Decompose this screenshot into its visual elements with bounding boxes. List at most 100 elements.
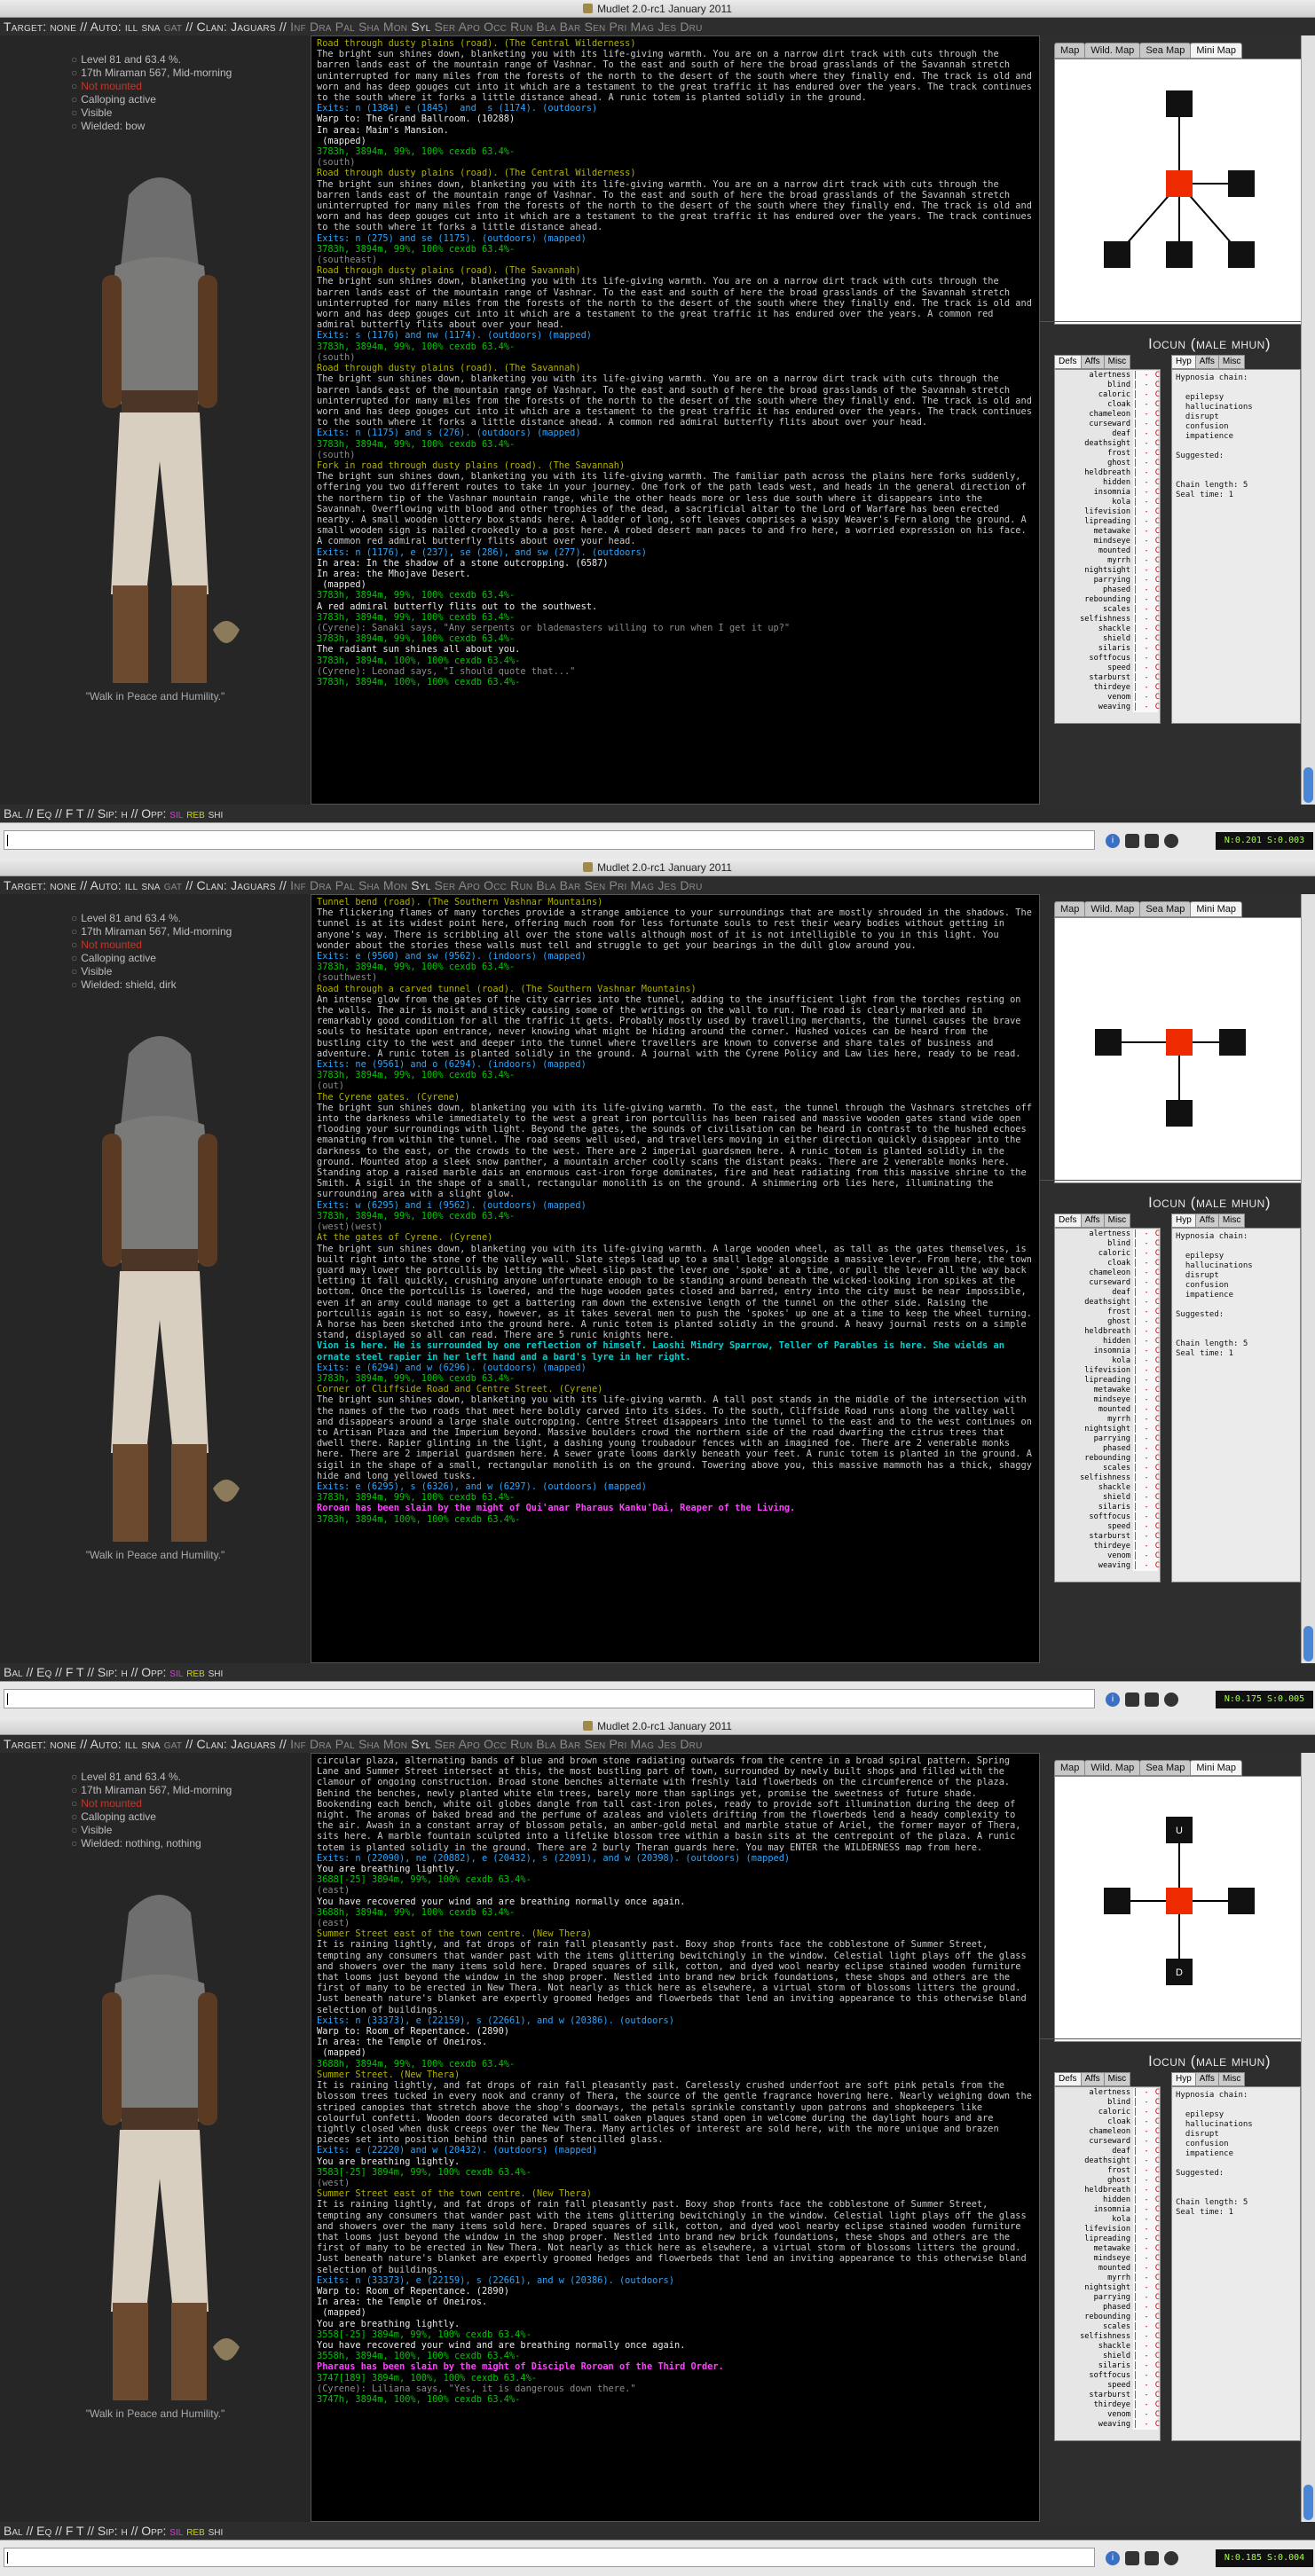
console-line: 3558h, 3894m, 100%, 100% cexdb 63.4%-: [317, 2351, 521, 2362]
defence-flags: | - C: [1133, 1532, 1161, 1542]
scrollbar-thumb[interactable]: [1303, 2485, 1313, 2520]
hypnosis-tab[interactable]: Affs: [1194, 355, 1219, 369]
defences-tab[interactable]: Defs: [1054, 1213, 1082, 1228]
map-tab[interactable]: Map: [1054, 1760, 1086, 1776]
keyboard-icon[interactable]: [1125, 834, 1139, 848]
defence-name: frost: [1107, 2166, 1130, 2175]
mini-map[interactable]: [1054, 917, 1303, 1183]
alien-icon[interactable]: [1164, 1692, 1178, 1707]
clan-label: Clan: Jaguars: [196, 1737, 276, 1751]
map-current-room[interactable]: [1166, 170, 1193, 197]
defence-name: silaris: [1098, 644, 1130, 653]
map-room[interactable]: [1104, 241, 1130, 268]
map-tab[interactable]: Mini Map: [1190, 43, 1242, 59]
record-icon[interactable]: [1145, 2551, 1159, 2565]
record-icon[interactable]: [1145, 834, 1159, 848]
defence-flags: | - C: [1133, 2283, 1161, 2293]
command-input[interactable]: [4, 2548, 1095, 2567]
defences-tab[interactable]: Affs: [1080, 355, 1105, 369]
map-tab[interactable]: Sea Map: [1139, 901, 1192, 917]
alien-icon[interactable]: [1164, 834, 1178, 848]
record-icon[interactable]: [1145, 1692, 1159, 1707]
defence-flags: | - C: [1133, 2400, 1161, 2410]
status-text: Visible: [81, 106, 113, 119]
map-room[interactable]: [1228, 241, 1255, 268]
defence-flags: | - C: [1133, 390, 1161, 400]
scrollbar-thumb[interactable]: [1303, 1626, 1313, 1661]
keyboard-icon[interactable]: [1125, 2551, 1139, 2565]
map-room[interactable]: [1228, 170, 1255, 197]
hypnosis-tab[interactable]: Misc: [1217, 1213, 1246, 1228]
map-current-room[interactable]: [1166, 1029, 1193, 1056]
status-line: ○ 17th Miraman 567, Mid-morning: [71, 67, 232, 80]
defence-name: myrrh: [1107, 1415, 1130, 1424]
scrollbar-thumb[interactable]: [1303, 767, 1313, 803]
map-tab[interactable]: Map: [1054, 901, 1086, 917]
main-console-output[interactable]: circular plaza, alternating bands of blu…: [311, 1753, 1040, 2522]
console-scrollbar[interactable]: [1301, 1753, 1315, 2522]
defences-tab[interactable]: Defs: [1054, 2072, 1082, 2086]
map-tab[interactable]: Mini Map: [1190, 901, 1242, 917]
info-icon[interactable]: i: [1106, 2551, 1120, 2565]
map-room[interactable]: [1095, 1029, 1122, 1056]
map-tab[interactable]: Sea Map: [1139, 1760, 1192, 1776]
map-room[interactable]: [1228, 1888, 1255, 1914]
main-console-output[interactable]: Tunnel bend (road). (The Southern Vashna…: [311, 894, 1040, 1663]
defences-tab[interactable]: Defs: [1054, 355, 1082, 369]
console-line: Exits: n (33373), e (22159), s (22661), …: [317, 2274, 674, 2286]
info-icon[interactable]: i: [1106, 1692, 1120, 1707]
defence-flags: | - C: [1133, 546, 1161, 556]
main-console-output[interactable]: Road through dusty plains (road). (The C…: [311, 35, 1040, 805]
map-room[interactable]: [1219, 1029, 1246, 1056]
map-tab[interactable]: Wild. Map: [1084, 1760, 1141, 1776]
defences-tab[interactable]: Misc: [1103, 355, 1131, 369]
hypnosis-tab[interactable]: Affs: [1194, 2072, 1219, 2086]
map-tab[interactable]: Mini Map: [1190, 1760, 1242, 1776]
hypnosis-tab[interactable]: Hyp: [1171, 2072, 1196, 2086]
defence-row: hidden | - C: [1055, 2195, 1160, 2205]
keyboard-icon[interactable]: [1125, 1692, 1139, 1707]
command-input[interactable]: [4, 1689, 1095, 1708]
defence-flags: | - C: [1133, 488, 1161, 498]
info-icon[interactable]: i: [1106, 834, 1120, 848]
map-tab[interactable]: Wild. Map: [1084, 901, 1141, 917]
map-room[interactable]: [1166, 1100, 1193, 1127]
defences-tab[interactable]: Affs: [1080, 2072, 1105, 2086]
alien-icon[interactable]: [1164, 2551, 1178, 2565]
defence-flags: | - C: [1133, 1239, 1161, 1249]
console-scrollbar[interactable]: [1301, 35, 1315, 805]
map-tab[interactable]: Sea Map: [1139, 43, 1192, 59]
defence-row: chameleon | - C: [1055, 410, 1160, 420]
window-titlebar[interactable]: Mudlet 2.0-rc1 January 2011: [0, 859, 1315, 876]
defence-row: mindseye | - C: [1055, 1395, 1160, 1405]
hypnosis-tab[interactable]: Misc: [1217, 355, 1246, 369]
window-titlebar[interactable]: Mudlet 2.0-rc1 January 2011: [0, 0, 1315, 18]
defences-tab[interactable]: Misc: [1103, 1213, 1131, 1228]
window-titlebar[interactable]: Mudlet 2.0-rc1 January 2011: [0, 1717, 1315, 1735]
console-scrollbar[interactable]: [1301, 894, 1315, 1663]
defence-flags: | - C: [1133, 2234, 1161, 2244]
status-bullet-icon: ○: [71, 106, 78, 119]
defence-row: metawake | - C: [1055, 2244, 1160, 2254]
hypnosis-tab[interactable]: Misc: [1217, 2072, 1246, 2086]
character-status-list: ○ Level 81 and 63.4 %. ○ 17th Miraman 567, …: [71, 912, 232, 992]
mini-map[interactable]: [1054, 59, 1303, 325]
defence-name: rebounding: [1084, 1454, 1130, 1463]
map-room[interactable]: [1104, 1888, 1130, 1914]
mini-map[interactable]: UD: [1054, 1776, 1303, 2042]
map-tab[interactable]: Map: [1054, 43, 1086, 59]
defence-flags: | - C: [1133, 498, 1161, 507]
defences-tab[interactable]: Misc: [1103, 2072, 1131, 2086]
defences-tab[interactable]: Affs: [1080, 1213, 1105, 1228]
status-text: Level 81 and 63.4 %.: [81, 1771, 182, 1783]
map-tab[interactable]: Wild. Map: [1084, 43, 1141, 59]
map-current-room[interactable]: [1166, 1888, 1193, 1914]
hypnosis-tab[interactable]: Affs: [1194, 1213, 1219, 1228]
map-room[interactable]: [1166, 90, 1193, 117]
command-input[interactable]: [4, 830, 1095, 850]
hypnosis-tab[interactable]: Hyp: [1171, 355, 1196, 369]
map-room[interactable]: [1166, 241, 1193, 268]
defence-row: curseward | - C: [1055, 1278, 1160, 1288]
panel-divider: [1040, 1180, 1315, 1181]
hypnosis-tab[interactable]: Hyp: [1171, 1213, 1196, 1228]
